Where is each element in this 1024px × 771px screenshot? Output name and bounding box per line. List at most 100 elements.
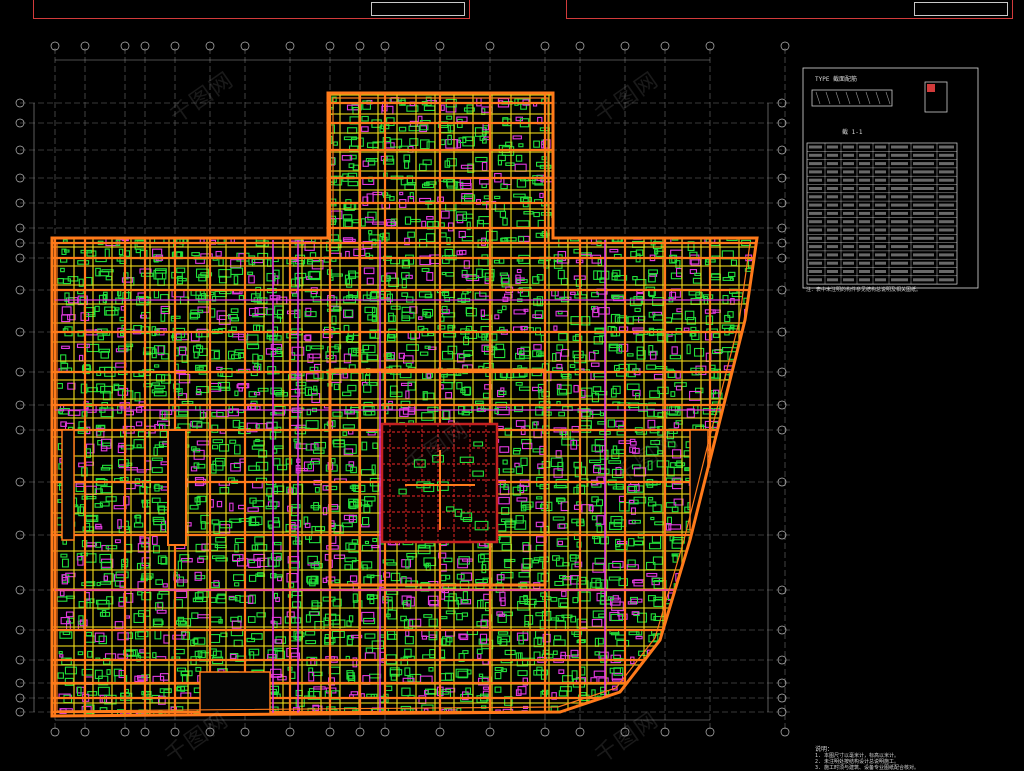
rebar-mark bbox=[689, 142, 700, 146]
rebar-mark bbox=[724, 674, 731, 684]
rebar-mark bbox=[713, 389, 720, 400]
rebar-mark bbox=[553, 639, 566, 647]
rebar-mark bbox=[633, 540, 644, 546]
rebar-mark bbox=[152, 618, 163, 627]
rebar-mark bbox=[57, 672, 64, 679]
table-cell-text bbox=[843, 170, 854, 174]
table-cell-text bbox=[913, 178, 934, 182]
rebar-mark bbox=[422, 654, 436, 660]
rebar-mark bbox=[105, 275, 113, 281]
rebar-mark bbox=[764, 630, 769, 639]
rebar-mark bbox=[633, 201, 638, 206]
rebar-mark bbox=[257, 387, 269, 392]
table-cell-text bbox=[891, 270, 908, 273]
rebar-mark bbox=[765, 515, 773, 517]
rebar-mark bbox=[726, 407, 733, 415]
rebar-mark bbox=[227, 179, 238, 188]
table-cell-text bbox=[913, 270, 934, 273]
rebar-mark bbox=[251, 102, 264, 113]
rebar-mark bbox=[235, 202, 245, 207]
rebar-mark bbox=[116, 210, 122, 219]
table-cell-text bbox=[913, 253, 934, 257]
rebar-mark bbox=[628, 538, 635, 547]
rebar-mark bbox=[201, 116, 214, 122]
rebar-mark bbox=[646, 146, 657, 156]
rebar-mark bbox=[684, 310, 695, 321]
rebar-mark bbox=[709, 100, 716, 105]
rebar-mark bbox=[115, 307, 120, 311]
rebar-mark bbox=[423, 614, 433, 618]
rebar-mark bbox=[99, 581, 112, 585]
rebar-mark bbox=[760, 390, 765, 395]
table-cell-text bbox=[891, 220, 908, 224]
rebar-mark bbox=[731, 577, 740, 582]
rebar-mark bbox=[361, 115, 369, 122]
table-cell-text bbox=[843, 162, 854, 166]
rebar-mark bbox=[504, 649, 516, 656]
rebar-mark bbox=[105, 116, 116, 125]
rebar-mark bbox=[152, 181, 158, 187]
rebar-mark bbox=[767, 143, 771, 152]
rebar-mark bbox=[724, 126, 734, 133]
table-cell-text bbox=[891, 253, 908, 257]
rebar-mark bbox=[154, 221, 162, 231]
rebar-mark bbox=[770, 195, 779, 198]
rebar-mark bbox=[181, 192, 194, 200]
rebar-mark bbox=[580, 706, 586, 711]
table-cell-text bbox=[859, 211, 870, 215]
rebar-mark bbox=[557, 269, 565, 280]
rebar-mark bbox=[722, 667, 729, 671]
rebar-mark bbox=[693, 134, 699, 139]
rebar-mark bbox=[745, 332, 755, 336]
rebar-mark bbox=[276, 211, 284, 216]
rebar-mark bbox=[322, 577, 328, 584]
rebar-mark bbox=[769, 119, 777, 125]
rebar-mark bbox=[265, 505, 277, 510]
rebar-mark bbox=[137, 124, 151, 129]
rebar-mark bbox=[746, 559, 755, 569]
rebar-mark bbox=[722, 141, 732, 147]
rebar-mark bbox=[676, 162, 690, 172]
rebar-mark bbox=[273, 647, 284, 651]
rebar-mark bbox=[593, 336, 603, 345]
rebar-mark bbox=[631, 173, 642, 178]
rebar-mark bbox=[714, 116, 722, 126]
rebar-mark bbox=[702, 232, 716, 237]
rebar-mark bbox=[213, 350, 220, 360]
rebar-mark bbox=[247, 507, 259, 512]
rebar-mark bbox=[711, 517, 723, 523]
rebar-mark bbox=[685, 581, 694, 588]
rebar-mark bbox=[768, 236, 779, 245]
rebar-mark bbox=[550, 617, 560, 621]
rebar-mark bbox=[118, 248, 124, 256]
rebar-mark bbox=[175, 590, 188, 599]
rebar-mark bbox=[573, 173, 585, 182]
rebar-mark bbox=[388, 315, 396, 322]
rebar-mark bbox=[499, 272, 508, 276]
rebar-mark bbox=[250, 521, 260, 526]
rebar-mark bbox=[493, 259, 500, 264]
rebar-mark bbox=[372, 537, 378, 543]
rebar-mark bbox=[286, 182, 299, 191]
rebar-mark bbox=[731, 430, 743, 439]
rebar-mark bbox=[671, 346, 678, 355]
rebar-mark bbox=[613, 191, 624, 200]
rebar-mark bbox=[273, 458, 281, 466]
rebar-mark bbox=[360, 469, 374, 476]
rebar-mark bbox=[712, 506, 722, 516]
rebar-mark bbox=[731, 427, 737, 432]
rebar-mark bbox=[59, 122, 73, 129]
rebar-mark bbox=[97, 335, 105, 341]
rebar-mark bbox=[160, 312, 166, 322]
rebar-mark bbox=[598, 307, 610, 315]
rebar-mark bbox=[592, 154, 602, 163]
rebar-mark bbox=[591, 618, 603, 627]
rebar-mark bbox=[728, 460, 734, 465]
rebar-mark bbox=[764, 498, 774, 505]
rebar-mark bbox=[552, 516, 565, 521]
rebar-mark bbox=[571, 198, 578, 207]
rebar-mark bbox=[366, 277, 374, 285]
rebar-mark bbox=[256, 118, 269, 123]
rebar-mark bbox=[308, 667, 314, 673]
rebar-mark bbox=[153, 447, 158, 457]
